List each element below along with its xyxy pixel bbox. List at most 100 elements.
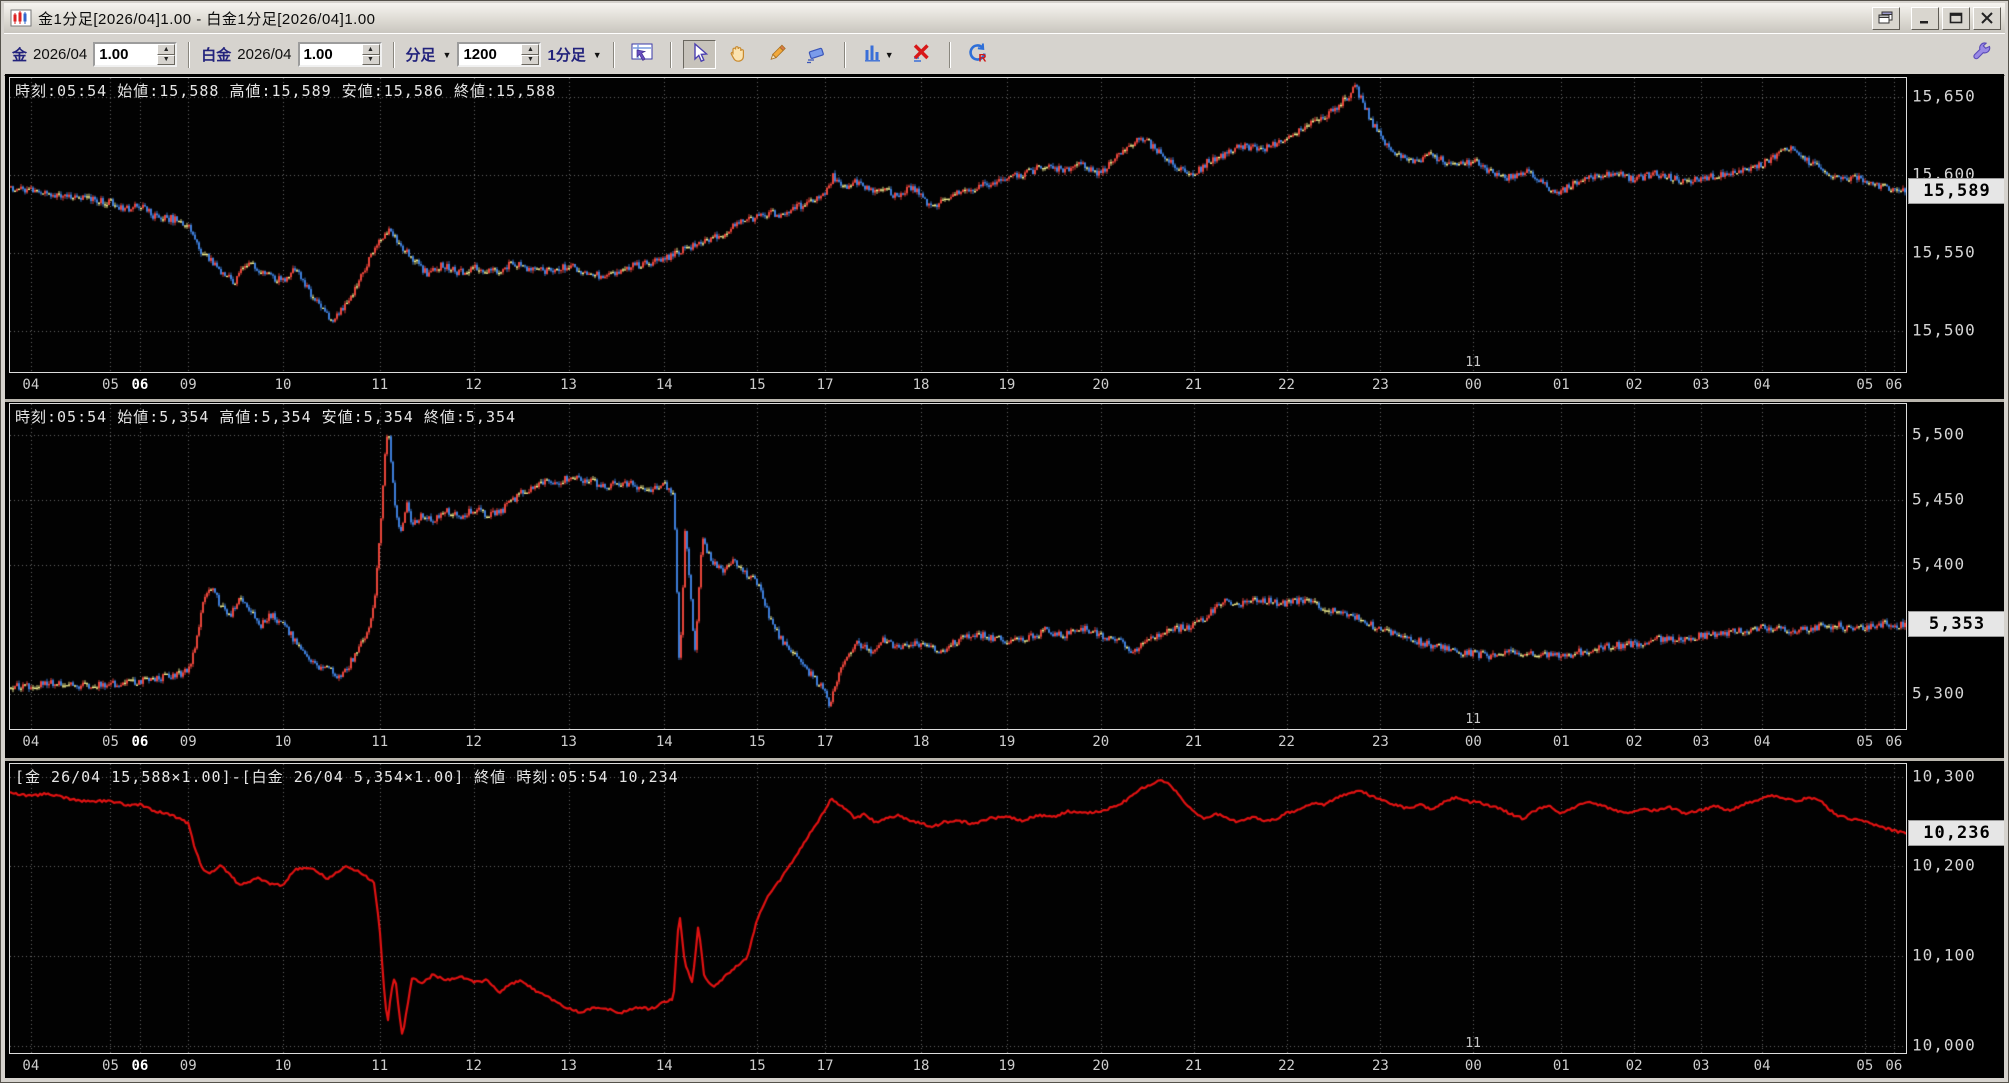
price-axis-label: 10,200	[1912, 855, 1976, 875]
bar-count-spin-buttons: ▲ ▼	[521, 44, 540, 65]
toolbar-separator	[188, 41, 191, 68]
spread-readout: [金 26/04 15,588×1.00]-[白金 26/04 5,354×1.…	[15, 768, 679, 786]
time-axis-label: 04	[1753, 734, 1771, 750]
time-axis-label: 05	[1856, 734, 1874, 750]
panel-divider	[5, 399, 2004, 402]
time-axis-label: 06	[1885, 1058, 1903, 1074]
gold-ratio-input[interactable]	[95, 44, 158, 65]
price-axis-label: 10,000	[1912, 1035, 1976, 1055]
gold-ratio-spin-buttons: ▲ ▼	[157, 44, 176, 65]
eraser-button[interactable]	[800, 40, 833, 69]
draw-pencil-button[interactable]	[761, 40, 794, 69]
wrench-icon	[1970, 42, 1992, 67]
pan-hand-button[interactable]	[722, 40, 755, 69]
price-axis-label: 10,100	[1912, 945, 1976, 965]
close-button[interactable]	[1973, 6, 2001, 30]
price-axis-label: 15,500	[1912, 320, 1976, 340]
time-axis-label: 06	[1885, 734, 1903, 750]
time-axis-label: 04	[1753, 377, 1771, 393]
time-axis-label: 05	[1856, 377, 1874, 393]
toolbar-separator	[669, 41, 672, 68]
time-axis-label: 20	[1092, 377, 1110, 393]
time-axis-label: 09	[179, 734, 197, 750]
platinum-ratio-input[interactable]	[299, 44, 362, 65]
delete-x-icon	[910, 42, 932, 67]
spread-chart-canvas[interactable]	[10, 764, 1906, 1053]
price-axis-label: 5,500	[1912, 424, 1966, 444]
toolbar-separator	[392, 41, 395, 68]
platinum-date-marker: 11	[1465, 712, 1481, 727]
gold-chart-plot[interactable]: 時刻:05:54 始値:15,588 高値:15,589 安値:15,586 終…	[9, 77, 1907, 373]
time-axis-label: 22	[1278, 1058, 1295, 1074]
time-axis-label: 02	[1625, 734, 1643, 750]
interval-type-label[interactable]: 分足	[406, 44, 436, 65]
toolbar-separator	[612, 41, 615, 68]
interval-value-dropdown-arrow[interactable]: ▼	[593, 50, 602, 60]
bar-chart-icon	[862, 42, 884, 67]
time-axis-label: 06	[131, 734, 149, 750]
cascade-windows-button[interactable]	[1872, 6, 1900, 30]
reload-data-button[interactable]: R	[962, 40, 995, 69]
time-axis-label: 23	[1371, 734, 1389, 750]
time-axis-label: 06	[131, 377, 149, 393]
spread-date-marker: 11	[1465, 1036, 1481, 1051]
time-axis-label: 01	[1552, 734, 1570, 750]
time-axis-label: 04	[22, 734, 40, 750]
time-axis-label: 21	[1185, 377, 1203, 393]
chart-type-button[interactable]: ▼	[857, 40, 899, 69]
time-axis-label: 21	[1185, 1058, 1203, 1074]
platinum-ratio-spin-buttons: ▲ ▼	[361, 44, 380, 65]
time-axis-label: 15	[748, 734, 766, 750]
time-axis-label: 09	[179, 377, 197, 393]
platinum-current-price: 5,353	[1908, 611, 2004, 638]
bar-count-down-button[interactable]: ▼	[521, 54, 540, 65]
price-axis-label: 10,300	[1912, 766, 1976, 786]
time-axis-label: 04	[1753, 1058, 1771, 1074]
time-axis-label: 11	[371, 1058, 389, 1074]
time-axis-label: 15	[748, 377, 766, 393]
platinum-chart-plot[interactable]: 時刻:05:54 始値:5,354 高値:5,354 安値:5,354 終値:5…	[9, 403, 1907, 730]
time-axis-label: 17	[816, 734, 834, 750]
gold-ratio-up-button[interactable]: ▲	[157, 44, 176, 55]
pointer-icon	[688, 42, 710, 67]
toolbar-separator	[843, 41, 846, 68]
spread-chart-plot[interactable]: [金 26/04 15,588×1.00]-[白金 26/04 5,354×1.…	[9, 763, 1907, 1054]
refresh-icon: R	[966, 42, 990, 67]
time-axis-label: 14	[655, 377, 673, 393]
gold-ratio-down-button[interactable]: ▼	[157, 54, 176, 65]
select-pointer-button[interactable]	[682, 40, 716, 69]
time-axis-label: 20	[1092, 734, 1110, 750]
platinum-ratio-down-button[interactable]: ▼	[361, 54, 380, 65]
time-axis-label: 13	[560, 734, 577, 750]
bar-count-up-button[interactable]: ▲	[521, 44, 540, 55]
time-axis-label: 00	[1464, 377, 1482, 393]
crosshair-data-window-button[interactable]	[626, 40, 659, 69]
maximize-button[interactable]	[1942, 6, 1970, 30]
time-axis-label: 23	[1371, 1058, 1389, 1074]
platinum-time-axis: 04 05 06 09 10 11 12 13 14 15 17 18 19 20 21 22 23 00 01 02…	[9, 731, 1907, 753]
platinum-price-axis: 5,500 5,450 5,400 5,300	[1909, 403, 2004, 728]
interval-value-label[interactable]: 1分足	[547, 44, 585, 65]
interval-type-dropdown-arrow[interactable]: ▼	[443, 50, 452, 60]
bar-count-input[interactable]	[459, 44, 522, 65]
minimize-button[interactable]	[1911, 6, 1939, 30]
gold-time-axis: 04 05 06 09 10 11 12 13 14 15 17 18 19 20 21 22 23 00 01 02…	[9, 374, 1907, 396]
time-axis-label: 14	[655, 1058, 673, 1074]
svg-text:R: R	[979, 53, 987, 65]
price-axis-label: 5,300	[1912, 683, 1966, 703]
time-axis-label: 11	[371, 734, 389, 750]
settings-wrench-button[interactable]	[1964, 40, 1997, 69]
platinum-chart-canvas[interactable]	[10, 404, 1906, 729]
app-icon	[10, 9, 32, 27]
time-axis-label: 22	[1278, 734, 1295, 750]
platinum-ratio-up-button[interactable]: ▲	[361, 44, 380, 55]
platinum-label: 白金	[201, 47, 232, 64]
gold-contract-month: 2026/04	[33, 46, 88, 63]
pencil-icon	[766, 42, 788, 67]
time-axis-label: 18	[912, 734, 930, 750]
platinum-ohlc-readout: 時刻:05:54 始値:5,354 高値:5,354 安値:5,354 終値:5…	[15, 408, 517, 426]
chart-area: 時刻:05:54 始値:15,588 高値:15,589 安値:15,586 終…	[5, 74, 2004, 1078]
chart-type-dropdown-arrow: ▼	[884, 49, 894, 60]
delete-study-button[interactable]	[905, 40, 938, 69]
gold-chart-canvas[interactable]	[10, 78, 1906, 372]
